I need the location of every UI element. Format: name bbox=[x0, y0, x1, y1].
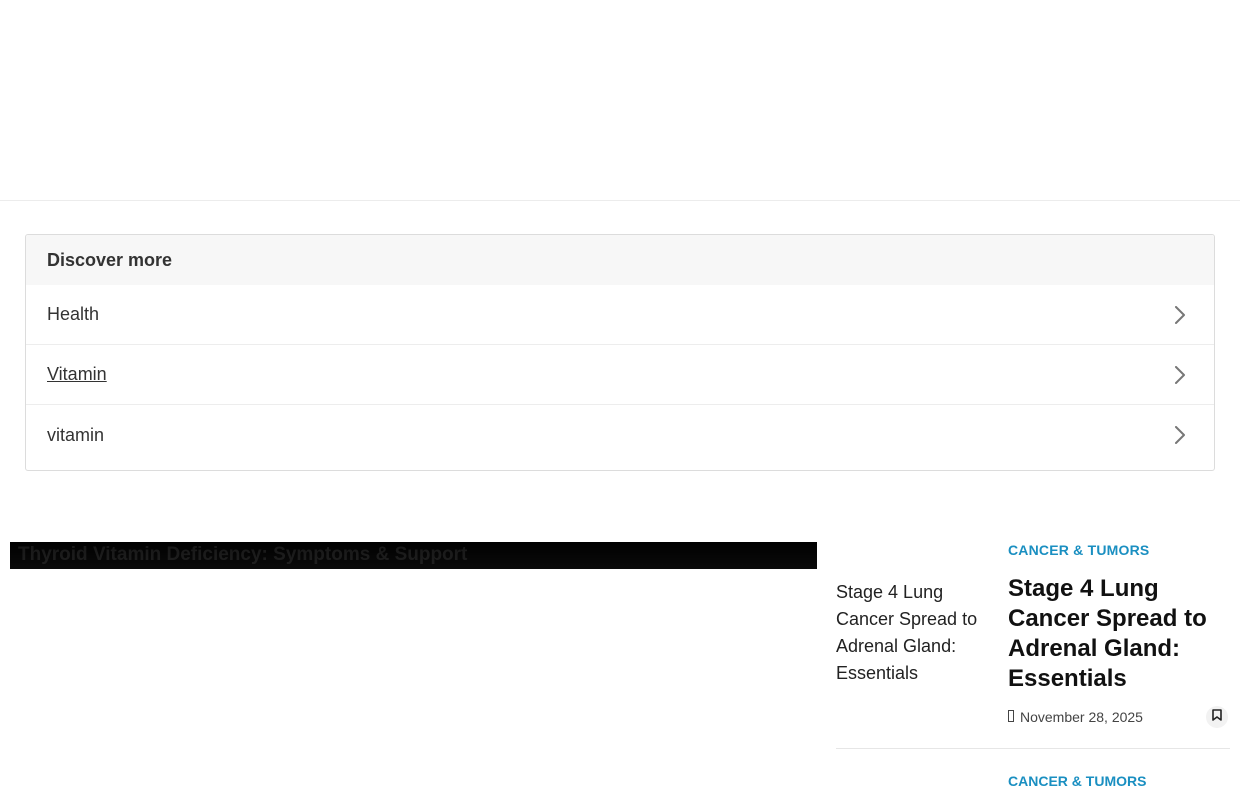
chevron-right-icon bbox=[1172, 305, 1188, 324]
ad-placeholder bbox=[0, 0, 1240, 200]
calendar-icon bbox=[1008, 709, 1014, 725]
article-title-link[interactable]: Stage 4 Lung Cancer Spread to Adrenal Gl… bbox=[1008, 574, 1228, 694]
discover-more-heading: Discover more bbox=[26, 235, 1214, 285]
video-player[interactable]: Thyroid Vitamin Deficiency: Symptoms & S… bbox=[10, 542, 817, 569]
discover-more-panel: Discover more Health Vitamin vitamin bbox=[25, 234, 1215, 471]
discover-item-vitamin-lower[interactable]: vitamin bbox=[26, 405, 1214, 465]
article-category-link[interactable]: CANCER & TUMORS bbox=[1008, 773, 1146, 789]
chevron-right-icon bbox=[1172, 426, 1188, 444]
discover-item-vitamin[interactable]: Vitamin bbox=[26, 345, 1214, 405]
discover-item-label: Vitamin bbox=[47, 364, 107, 384]
bookmark-icon bbox=[1212, 708, 1222, 726]
discover-item-label: Health bbox=[47, 304, 100, 324]
discover-item-label: vitamin bbox=[47, 424, 105, 445]
discover-item-health[interactable]: Health bbox=[26, 285, 1214, 345]
bookmark-button[interactable] bbox=[1206, 706, 1228, 728]
divider bbox=[0, 200, 1240, 201]
article-thumbnail[interactable]: Stage 4 Lung Cancer Spread to Adrenal Gl… bbox=[836, 579, 996, 699]
article-date: November 28, 2025 bbox=[1020, 709, 1143, 725]
chevron-right-icon bbox=[1172, 365, 1188, 384]
divider bbox=[836, 748, 1230, 749]
video-title: Thyroid Vitamin Deficiency: Symptoms & S… bbox=[18, 544, 468, 565]
article-meta: November 28, 2025 bbox=[1008, 709, 1143, 725]
article-category-link[interactable]: CANCER & TUMORS bbox=[1008, 542, 1149, 558]
